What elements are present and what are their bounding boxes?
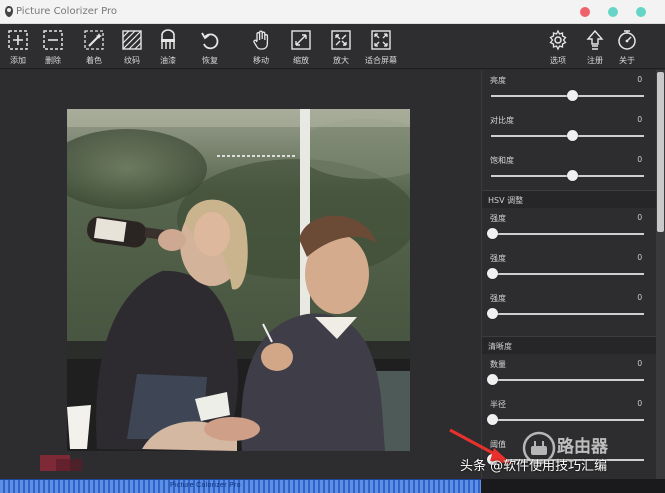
zoom-in-icon <box>330 29 352 51</box>
slider-handle[interactable] <box>567 90 578 101</box>
amount-slider[interactable]: 数量 0 <box>487 354 648 394</box>
contrast-label: 对比度 <box>490 116 514 125</box>
hatch-button[interactable]: 纹码 <box>112 27 152 67</box>
adjustment-panel: 亮度 0 对比度 0 饱和度 0 HSV 调整 强度 0 强度 0 强度 0 清… <box>481 70 656 479</box>
sharpness-section-header: 清晰度 <box>482 336 656 354</box>
options-label: 选项 <box>550 56 566 65</box>
add-box-icon <box>7 29 29 51</box>
slider-handle[interactable] <box>567 130 578 141</box>
hand-icon <box>250 29 272 51</box>
fit-screen-button[interactable]: 适合屏幕 <box>361 27 401 67</box>
hsv-section-title: HSV 调整 <box>488 196 524 205</box>
slider-handle[interactable] <box>487 228 498 239</box>
slider-handle[interactable] <box>567 170 578 181</box>
amount-label: 数量 <box>490 360 506 369</box>
remove-button[interactable]: 删除 <box>33 27 73 67</box>
slider-handle[interactable] <box>487 268 498 279</box>
about-button[interactable]: 关于 <box>607 27 647 67</box>
hsv-strength-value: 0 <box>637 253 642 262</box>
brightness-slider[interactable]: 亮度 0 <box>488 70 648 110</box>
window-title: Picture Colorizer Pro <box>16 6 118 17</box>
photo-image <box>67 109 410 451</box>
colorize-label: 着色 <box>86 56 102 65</box>
corner-logo-icon <box>40 455 82 471</box>
brightness-label: 亮度 <box>490 76 506 85</box>
fit-screen-label: 适合屏幕 <box>365 56 397 65</box>
panel-scrollbar-thumb[interactable] <box>657 72 664 232</box>
hsv-strength-slider-3[interactable]: 强度 0 <box>487 288 648 328</box>
slider-track[interactable] <box>491 379 644 381</box>
register-arrow-icon <box>584 29 606 51</box>
amount-value: 0 <box>637 359 642 368</box>
slider-handle[interactable] <box>487 374 498 385</box>
watermark-caption: 头条 @软件使用技巧汇编 <box>460 459 608 474</box>
zoom-in-button[interactable]: 放大 <box>321 27 361 67</box>
zoom-out-label: 缩放 <box>293 56 309 65</box>
hatch-label: 纹码 <box>124 56 140 65</box>
undo-button[interactable]: 恢复 <box>190 27 230 67</box>
saturation-slider[interactable]: 饱和度 0 <box>488 150 648 190</box>
paint-button[interactable]: 油漆 <box>148 27 188 67</box>
status-bar: Picture Colorizer Pro <box>0 479 481 493</box>
hsv-strength-label: 强度 <box>490 294 506 303</box>
slider-track[interactable] <box>491 233 644 235</box>
paint-bucket-icon <box>157 29 179 51</box>
zoom-in-label: 放大 <box>333 56 349 65</box>
slider-track[interactable] <box>491 419 644 421</box>
contrast-slider[interactable]: 对比度 0 <box>488 110 648 150</box>
status-text: Picture Colorizer Pro <box>170 482 241 489</box>
hsv-strength-label: 强度 <box>490 214 506 223</box>
brightness-value: 0 <box>637 75 642 84</box>
radius-value: 0 <box>637 399 642 408</box>
title-bar: Picture Colorizer Pro <box>0 0 665 24</box>
remove-box-icon <box>42 29 64 51</box>
toolbar: 添加 删除 着色 纹码 油漆 恢复 移动 缩放 放大 适合屏幕 选项 注册 关于 <box>0 24 665 69</box>
options-button[interactable]: 选项 <box>538 27 578 67</box>
zoom-out-icon <box>290 29 312 51</box>
app-logo-icon <box>5 6 13 17</box>
close-window-button[interactable] <box>580 7 590 17</box>
slider-track[interactable] <box>491 313 644 315</box>
undo-label: 恢复 <box>202 56 218 65</box>
hsv-strength-value: 0 <box>637 213 642 222</box>
slider-handle[interactable] <box>487 308 498 319</box>
canvas-area[interactable] <box>0 70 481 479</box>
magic-wand-icon <box>83 29 105 51</box>
maximize-window-button[interactable] <box>636 7 646 17</box>
about-icon <box>616 29 638 51</box>
move-label: 移动 <box>253 56 269 65</box>
hsv-strength-slider-1[interactable]: 强度 0 <box>487 208 648 248</box>
zoom-out-button[interactable]: 缩放 <box>281 27 321 67</box>
fit-screen-icon <box>370 29 392 51</box>
move-button[interactable]: 移动 <box>241 27 281 67</box>
remove-label: 删除 <box>45 56 61 65</box>
contrast-value: 0 <box>637 115 642 124</box>
status-bar-right <box>481 479 665 493</box>
colorize-button[interactable]: 着色 <box>74 27 114 67</box>
slider-track[interactable] <box>491 273 644 275</box>
hatch-icon <box>121 29 143 51</box>
hsv-strength-value: 0 <box>637 293 642 302</box>
gear-icon <box>547 29 569 51</box>
slider-handle[interactable] <box>487 414 498 425</box>
minimize-window-button[interactable] <box>608 7 618 17</box>
hsv-strength-label: 强度 <box>490 254 506 263</box>
saturation-label: 饱和度 <box>490 156 514 165</box>
watermark-badge-text: 路由器 <box>557 437 608 457</box>
app-window: Picture Colorizer Pro 添加 删除 着色 纹码 油漆 恢复 … <box>0 0 665 493</box>
saturation-value: 0 <box>637 155 642 164</box>
about-label: 关于 <box>619 56 635 65</box>
hsv-strength-slider-2[interactable]: 强度 0 <box>487 248 648 288</box>
paint-label: 油漆 <box>160 56 176 65</box>
sharpness-section-title: 清晰度 <box>488 342 512 351</box>
hsv-section-header: HSV 调整 <box>482 190 656 208</box>
radius-label: 半径 <box>490 400 506 409</box>
colorized-photo[interactable] <box>67 109 410 451</box>
undo-icon <box>199 29 221 51</box>
